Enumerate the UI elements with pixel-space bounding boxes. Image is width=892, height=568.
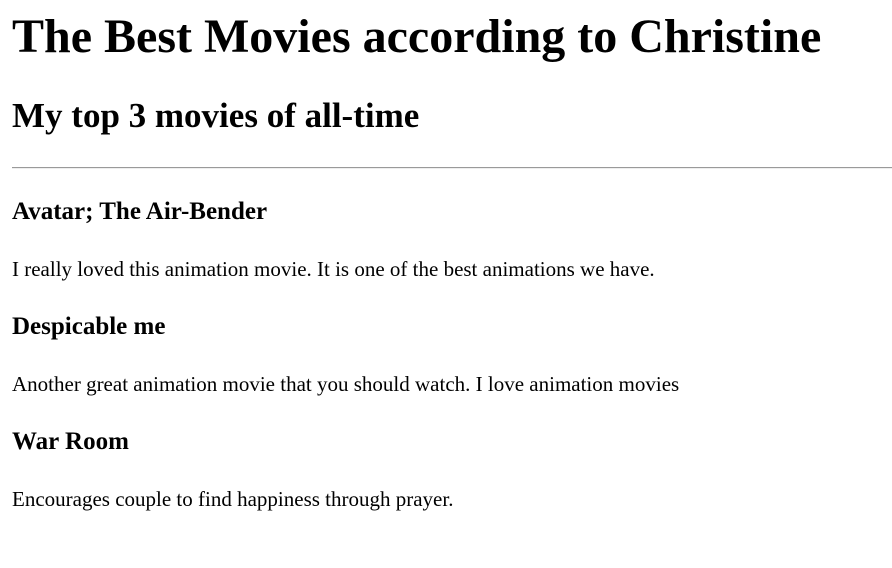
movie-title: Avatar; The Air-Bender — [12, 198, 268, 225]
movie-description: Another great animation movie that you s… — [12, 372, 680, 396]
movie-title: Despicable me — [12, 313, 166, 340]
divider — [12, 167, 892, 169]
page-title: The Best Movies according to Christine — [12, 10, 822, 63]
movie-description: Encourages couple to find happiness thro… — [12, 487, 454, 511]
movie-description: I really loved this animation movie. It … — [12, 257, 655, 281]
page-subtitle: My top 3 movies of all-time — [12, 96, 420, 135]
page: The Best Movies according to Christine M… — [0, 0, 892, 568]
movie-title: War Room — [12, 428, 129, 455]
